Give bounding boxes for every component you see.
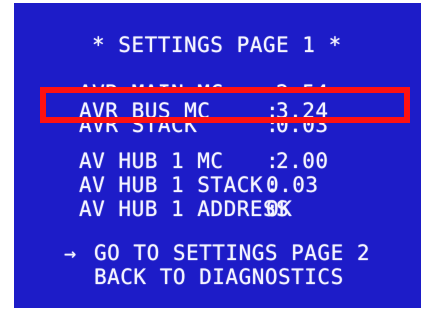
setting-value: 0.03 <box>276 123 329 135</box>
menu-item-settings-page-2[interactable]: GO TO SETTINGS PAGE 2 <box>94 243 370 264</box>
menu-item-back-to-diagnostics[interactable]: BACK TO DIAGNOSTICS <box>94 267 344 288</box>
setting-label: AVR STACK <box>79 123 198 135</box>
setting-label: AV HUB 1 MC <box>79 149 224 173</box>
setting-separator: : <box>266 123 280 135</box>
setting-value: 0.03 <box>266 173 319 197</box>
setting-row-av-hub-1-address: AV HUB 1 ADDRESS : OK <box>79 197 293 221</box>
setting-row-avr-stack: AVR STACK : 0.03 <box>79 123 369 135</box>
setting-label: AV HUB 1 STACK <box>79 173 264 197</box>
menu-cursor-arrow-icon: → <box>64 241 77 265</box>
highlight-box <box>40 87 410 123</box>
settings-screen: * SETTINGS PAGE 1 * AVR MAIN MC : 2.54 A… <box>14 3 421 308</box>
setting-row-av-hub-1-stack: AV HUB 1 STACK : 0.03 <box>79 173 319 197</box>
setting-value: OK <box>266 197 293 221</box>
setting-label: AV HUB 1 ADDRESS <box>79 197 290 221</box>
setting-separator: : <box>266 149 280 173</box>
setting-value: 2.00 <box>276 149 329 173</box>
page-title: * SETTINGS PAGE 1 * <box>92 33 342 57</box>
setting-row-av-hub-1-mc: AV HUB 1 MC : 2.00 <box>79 151 369 173</box>
